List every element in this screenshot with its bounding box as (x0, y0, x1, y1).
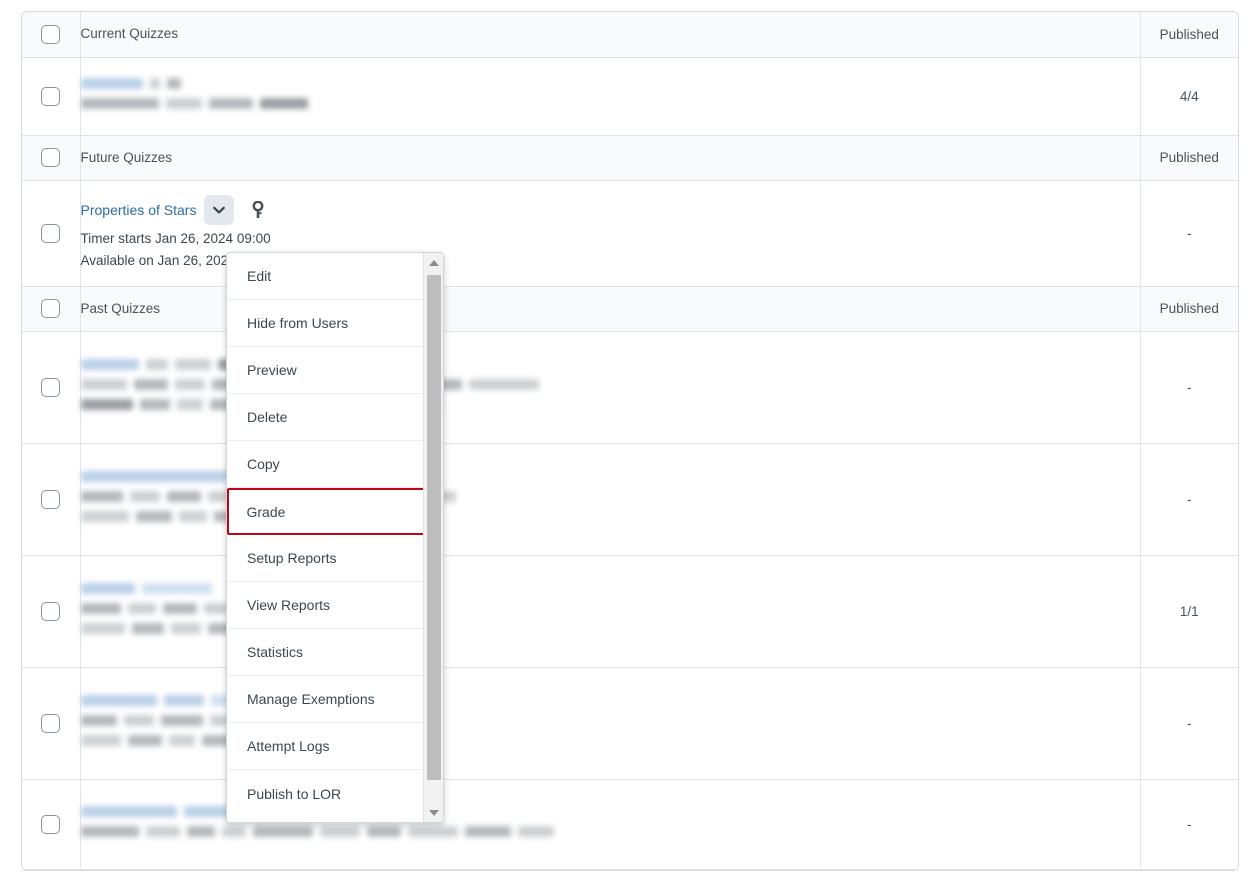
menu-item-label: Hide from Users (247, 315, 349, 331)
published-header-cell: Published (1139, 286, 1238, 332)
group-label-current-quizzes: Current Quizzes (80, 26, 179, 42)
menu-item-label: Attempt Logs (247, 738, 330, 754)
select-cell (22, 443, 81, 556)
select-cell (22, 286, 81, 332)
select-cell (22, 180, 81, 287)
group-label-past-quizzes: Past Quizzes (80, 300, 161, 316)
scroll-up-arrow-icon[interactable] (424, 254, 443, 271)
table-row: - (22, 443, 1238, 556)
quiz-title-line: Properties of Stars (81, 194, 1140, 225)
key-icon (248, 199, 268, 221)
quiz-cell-redacted (80, 57, 1140, 136)
menu-item-label: Publish to LOR (247, 785, 342, 802)
menu-item-label: Setup Reports (247, 550, 337, 566)
select-cell (22, 331, 81, 444)
table-row-group-current: Current Quizzes Published (22, 12, 1238, 58)
table-row: - (22, 779, 1238, 870)
table-row: - (22, 331, 1238, 444)
menu-item-attempt-logs[interactable]: Attempt Logs (227, 723, 424, 770)
menu-item-label: Manage Exemptions (247, 691, 375, 707)
table-row-group-past: Past Quizzes Published (22, 286, 1238, 332)
quiz-timer-text: Timer starts Jan 26, 2024 09:00 (80, 230, 271, 246)
row-select-checkbox[interactable] (41, 814, 61, 834)
row-select-checkbox[interactable] (41, 86, 61, 106)
select-all-current-checkbox[interactable] (41, 24, 61, 44)
menu-item-statistics[interactable]: Statistics (227, 629, 424, 676)
published-header-cell: Published (1139, 135, 1238, 181)
group-label-future-quizzes: Future Quizzes (80, 149, 173, 165)
redacted-title-line (80, 77, 1140, 90)
select-cell (22, 555, 81, 668)
select-cell (22, 135, 81, 181)
menu-item-view-reports[interactable]: View Reports (227, 582, 424, 629)
quiz-table-body: Current Quizzes Published 4/4 Future Qui… (22, 12, 1238, 870)
menu-item-preview[interactable]: Preview (227, 347, 424, 394)
context-menu-list: Edit Hide from Users Preview Delete Copy… (227, 253, 428, 822)
select-all-past-checkbox[interactable] (41, 299, 61, 318)
menu-item-label: Preview (247, 362, 297, 378)
quiz-actions-context-menu: Edit Hide from Users Preview Delete Copy… (226, 252, 444, 823)
scrollbar-thumb[interactable] (427, 275, 441, 780)
menu-item-publish-to-lor[interactable]: Publish to LOR (227, 770, 424, 817)
row-select-checkbox[interactable] (41, 223, 61, 243)
redacted-meta-line (80, 825, 1140, 838)
quiz-table: Current Quizzes Published 4/4 Future Qui… (22, 12, 1238, 870)
table-row: 1/1 (22, 555, 1238, 668)
row-select-checkbox[interactable] (41, 377, 61, 397)
menu-item-label: Copy (247, 456, 280, 472)
select-cell (22, 12, 81, 58)
redacted-content (80, 71, 1140, 121)
row-select-checkbox[interactable] (41, 713, 61, 733)
menu-item-delete[interactable]: Delete (227, 394, 424, 441)
menu-item-edit[interactable]: Edit (227, 253, 424, 300)
published-cell: - (1139, 180, 1238, 287)
menu-item-label: Edit (247, 268, 272, 284)
redacted-meta-line (80, 97, 1140, 110)
published-cell: 4/4 (1139, 57, 1238, 136)
menu-item-label: View Reports (247, 597, 331, 613)
published-cell: 1/1 (1139, 555, 1238, 668)
table-row-properties-of-stars: Properties of Stars Timer starts Jan 26,… (22, 180, 1238, 287)
menu-item-label: Delete (247, 409, 288, 425)
published-cell: - (1139, 667, 1238, 780)
quiz-title-link[interactable]: Properties of Stars (81, 200, 197, 220)
scroll-down-arrow-icon[interactable] (424, 804, 443, 821)
published-cell: - (1139, 779, 1238, 870)
quiz-list-panel: Current Quizzes Published 4/4 Future Qui… (21, 11, 1239, 871)
menu-item-label: Grade (246, 503, 286, 520)
select-cell (22, 779, 81, 870)
table-row-group-future: Future Quizzes Published (22, 135, 1238, 181)
group-label-cell: Current Quizzes (80, 12, 1140, 58)
menu-item-setup-reports[interactable]: Setup Reports (227, 535, 424, 582)
menu-item-copy[interactable]: Copy (227, 441, 424, 488)
menu-item-grade[interactable]: Grade (227, 488, 428, 535)
published-header-cell: Published (1139, 12, 1238, 58)
group-label-cell: Future Quizzes (80, 135, 1140, 181)
select-cell (22, 667, 81, 780)
row-select-checkbox[interactable] (41, 601, 61, 621)
quiz-actions-dropdown-button[interactable] (204, 194, 235, 225)
published-cell: - (1139, 331, 1238, 444)
screenshot-root: Current Quizzes Published 4/4 Future Qui… (0, 0, 1252, 877)
table-row: 4/4 (22, 57, 1238, 136)
table-row: - (22, 667, 1238, 780)
row-select-checkbox[interactable] (41, 489, 61, 509)
published-cell: - (1139, 443, 1238, 556)
select-cell (22, 57, 81, 136)
context-menu-scrollbar[interactable] (423, 253, 443, 822)
menu-item-label: Statistics (247, 644, 304, 660)
select-all-future-checkbox[interactable] (41, 148, 61, 167)
menu-item-manage-exemptions[interactable]: Manage Exemptions (227, 676, 424, 723)
menu-item-hide-from-users[interactable]: Hide from Users (227, 300, 424, 347)
